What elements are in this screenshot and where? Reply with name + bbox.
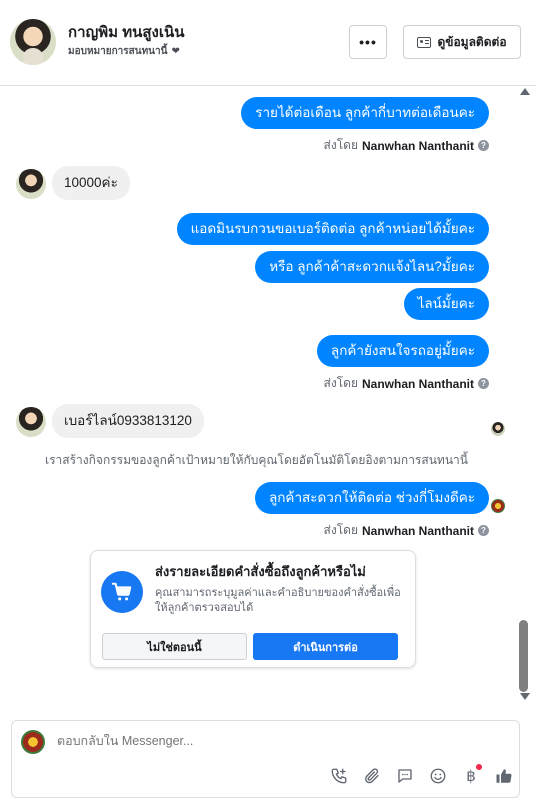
page-avatar bbox=[21, 730, 45, 754]
assign-label: มอบหมายการสนทนานี้ bbox=[68, 46, 168, 57]
sent-by-label: ส่งโดย Nanwhan Nanthanit ? bbox=[324, 374, 489, 393]
scroll-down-arrow-icon[interactable] bbox=[520, 693, 530, 700]
baht-symbol: ฿ bbox=[466, 767, 476, 785]
incoming-message[interactable]: 10000ค่ะ bbox=[52, 166, 130, 200]
order-prompt-title: ส่งรายละเอียดคำสั่งซื้อถึงลูกค้าหรือไม่ bbox=[155, 564, 366, 579]
outgoing-message[interactable]: หรือ ลูกค้าค้าสะดวกแจ้งไลน?มั้ยคะ bbox=[255, 251, 489, 283]
sender-name: Nanwhan Nanthanit bbox=[361, 523, 474, 538]
baht-icon[interactable]: ฿ bbox=[460, 764, 482, 787]
reply-composer: ฿ bbox=[11, 720, 520, 798]
incoming-message[interactable]: เบอร์ไลน์0933813120 bbox=[52, 404, 204, 438]
view-contact-info-button[interactable]: ดูข้อมูลติดต่อ bbox=[403, 25, 521, 59]
reply-input[interactable] bbox=[57, 734, 357, 748]
order-prompt-description: คุณสามารถระบุมูลค่าและคำอธิบายของคำสั่งซ… bbox=[155, 587, 401, 614]
contact-card-icon bbox=[417, 36, 432, 48]
contact-message-avatar bbox=[16, 169, 46, 199]
outgoing-message[interactable]: ไลน์มั้ยคะ bbox=[403, 288, 489, 320]
outgoing-message[interactable]: ลูกค้าสะดวกให้ติดต่อ ช่วงกี่โมงดีคะ bbox=[254, 482, 489, 514]
contact-avatar[interactable] bbox=[10, 19, 56, 65]
sent-by-prefix: ส่งโดย bbox=[323, 376, 358, 390]
attachment-icon[interactable] bbox=[361, 765, 383, 787]
scroll-up-arrow-icon[interactable] bbox=[520, 88, 530, 95]
outgoing-message[interactable]: แอดมินรบกวนขอเบอร์ติดต่อ ลูกค้าหน่อยได้ม… bbox=[176, 213, 489, 245]
message-scrollbar[interactable] bbox=[514, 86, 536, 702]
more-options-button[interactable]: ••• bbox=[349, 25, 387, 59]
cart-icon bbox=[101, 571, 143, 613]
outgoing-message[interactable]: รายได้ต่อเดือน ลูกค้ากี่บาทต่อเดือนคะ bbox=[241, 97, 489, 129]
view-contact-info-label: ดูข้อมูลติดต่อ bbox=[437, 34, 507, 49]
send-order-prompt-card: ส่งรายละเอียดคำสั่งซื้อถึงลูกค้าหรือไม่ … bbox=[90, 550, 416, 668]
outgoing-message[interactable]: ลูกค้ายังสนใจรถอยู่มั้ยคะ bbox=[316, 335, 489, 367]
like-icon[interactable] bbox=[493, 765, 515, 787]
notification-dot bbox=[476, 764, 482, 770]
composer-toolbar: ฿ bbox=[328, 764, 515, 787]
seen-by-contact-avatar bbox=[491, 422, 505, 436]
help-icon[interactable]: ? bbox=[478, 378, 489, 389]
assign-conversation-dropdown[interactable]: มอบหมายการสนทนานี้ ❤ bbox=[68, 44, 180, 59]
heart-icon: ❤ bbox=[171, 46, 180, 57]
sent-by-label: ส่งโดย Nanwhan Nanthanit ? bbox=[324, 136, 489, 155]
sender-name: Nanwhan Nanthanit bbox=[361, 138, 474, 153]
sender-name: Nanwhan Nanthanit bbox=[361, 376, 474, 391]
not-now-button[interactable]: ไม่ใช่ตอนนี้ bbox=[102, 633, 247, 660]
sent-by-prefix: ส่งโดย bbox=[323, 523, 358, 537]
scrollbar-thumb[interactable] bbox=[519, 620, 528, 692]
help-icon[interactable]: ? bbox=[478, 140, 489, 151]
contact-name[interactable]: กาญพิม ทนสูงเนิน bbox=[68, 20, 184, 44]
conversation-header: กาญพิม ทนสูงเนิน มอบหมายการสนทนานี้ ❤ ••… bbox=[0, 0, 536, 86]
call-icon[interactable] bbox=[328, 765, 350, 787]
emoji-icon[interactable] bbox=[427, 765, 449, 787]
saved-reply-icon[interactable] bbox=[394, 765, 416, 787]
page-seen-logo bbox=[491, 499, 505, 513]
sent-by-prefix: ส่งโดย bbox=[323, 138, 358, 152]
continue-button[interactable]: ดำเนินการต่อ bbox=[253, 633, 398, 660]
help-icon[interactable]: ? bbox=[478, 525, 489, 536]
system-notice: เราสร้างกิจกรรมของลูกค้าเป้าหมายให้กับคุ… bbox=[45, 453, 468, 467]
contact-message-avatar bbox=[16, 407, 46, 437]
sent-by-label: ส่งโดย Nanwhan Nanthanit ? bbox=[324, 521, 489, 540]
